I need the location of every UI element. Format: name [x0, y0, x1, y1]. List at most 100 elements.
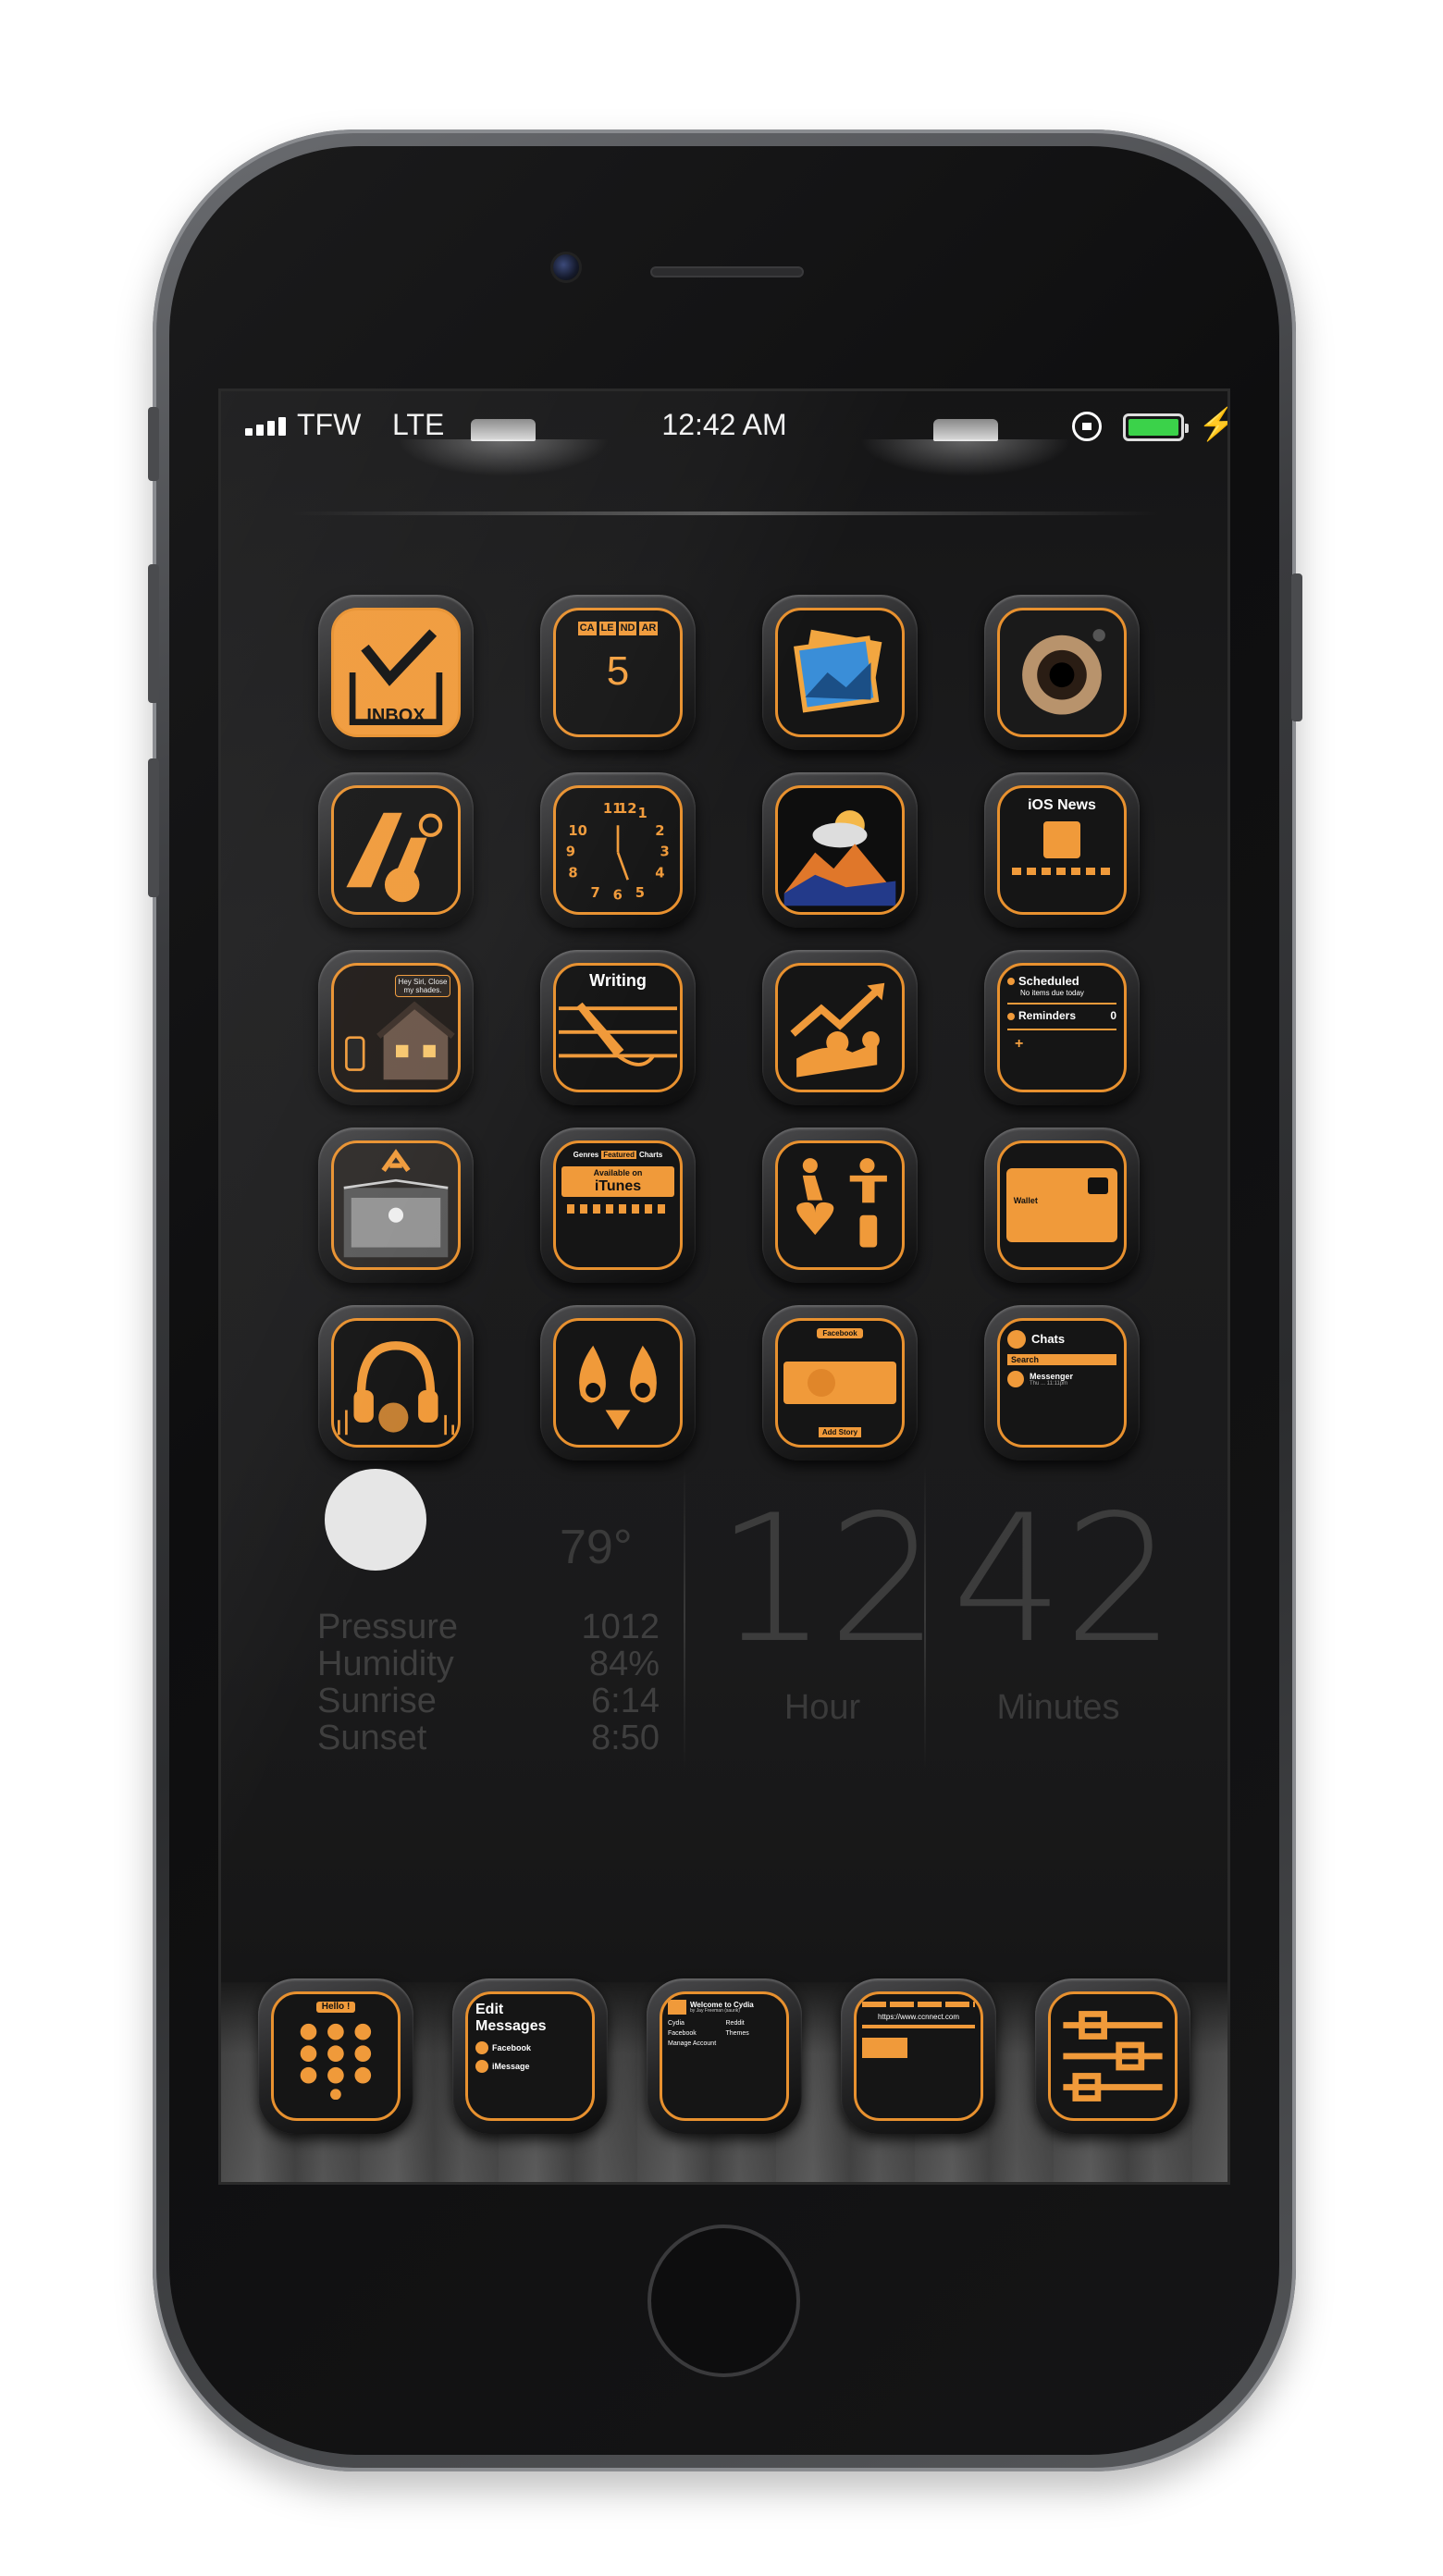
news-title: iOS News [1028, 797, 1096, 813]
messenger-search: Search [1007, 1354, 1116, 1366]
safari-app-icon[interactable]: https://www.ccnnect.com [841, 1978, 996, 2134]
home-button[interactable] [648, 2225, 800, 2377]
weather-row-value: 84% [588, 1645, 660, 1683]
messenger-sub: Thu ... 11:11pm [1030, 1381, 1068, 1387]
app-store-app-icon[interactable] [318, 1128, 474, 1283]
messages-item: Facebook [492, 2042, 532, 2052]
clock-number: 5 [635, 885, 645, 901]
apple-store-icon [343, 1149, 449, 1258]
safari-url: https://www.ccnnect.com [877, 2013, 960, 2021]
status-bar: TFW LTE 12:42 AM ⚡ [221, 391, 1227, 476]
cydia-item: Themes [725, 2030, 749, 2038]
mute-switch [148, 407, 159, 481]
news-app-icon[interactable]: iOS News [984, 772, 1140, 928]
messenger-bubble-icon [1007, 1330, 1026, 1349]
tinder-app-icon[interactable] [540, 1305, 696, 1461]
messages-avatar-icon [475, 2040, 488, 2054]
writing-app-icon[interactable]: Writing [540, 950, 696, 1105]
reminders-label: Reminders [1018, 1009, 1077, 1023]
cydia-item: Facebook [668, 2030, 697, 2038]
facebook-header: Facebook [817, 1328, 863, 1339]
reminders-no-items: No items due today [1020, 988, 1084, 997]
clock-number: 6 [613, 888, 623, 904]
clock-hour-label: Hour [783, 1688, 861, 1727]
shelf-divider [290, 512, 1160, 515]
weather-row: Sunrise 6:14 [317, 1682, 660, 1721]
home-app-icon[interactable]: Hey Siri, Close my shades. [318, 950, 474, 1105]
fitness-app-icon[interactable] [762, 1128, 918, 1283]
inbox-app-icon[interactable]: INBOX [318, 595, 474, 750]
clock-number: 1 [637, 806, 647, 821]
weather-row-label: Humidity [317, 1645, 454, 1683]
clock-number: 2 [655, 823, 664, 839]
reminders-add: + [1015, 1035, 1024, 1052]
news-document-icon [1043, 821, 1080, 859]
maps-icon [346, 812, 443, 903]
facebook-app-icon[interactable]: Facebook Add Story [762, 1305, 918, 1461]
news-toolbar-icon [1012, 868, 1112, 876]
messenger-app-icon[interactable]: Chats Search Messenger Thu ... 11:11pm [984, 1305, 1140, 1461]
clock-number: 4 [655, 865, 664, 881]
keypad-icon [300, 2023, 372, 2100]
minutes-widget: 42 Minutes [952, 1492, 1176, 1728]
widget-divider [684, 1464, 685, 1769]
clock-number: 3 [660, 844, 670, 860]
weather-row-label: Sunrise [317, 1682, 437, 1720]
wallet-card-icon: Wallet [1005, 1167, 1118, 1243]
volume-down-button [148, 758, 159, 897]
itunes-tab: Genres [573, 1151, 599, 1159]
itunes-tab: Charts [639, 1151, 663, 1159]
calendar-app-icon[interactable]: CA LE ND AR 5 [540, 595, 696, 750]
clock-hour: 12 [716, 1477, 940, 1682]
messages-title: Messages [475, 2018, 547, 2035]
growth-chart-icon [790, 982, 885, 1078]
calendar-date: 5 [606, 647, 630, 694]
rotation-lock-icon [1072, 412, 1102, 441]
weather-temperature: 79° [560, 1521, 633, 1574]
safari-content-icon [862, 2038, 907, 2059]
maps-app-icon[interactable] [318, 772, 474, 928]
reminders-app-icon[interactable]: Scheduled No items due today Reminders 0 … [984, 950, 1140, 1105]
clock-number: 10 [568, 823, 587, 839]
flame-face-icon [579, 1345, 657, 1430]
weather-row-value: 8:50 [591, 1719, 660, 1757]
clock-number: 8 [568, 865, 577, 881]
weather-row: Sunset 8:50 [317, 1719, 660, 1758]
stocks-app-icon[interactable] [762, 950, 918, 1105]
messenger-avatar-icon [1007, 1371, 1024, 1388]
app-grid: INBOX CA LE ND AR 5 11 12 1 2 10 3 9 4 8… [318, 595, 1140, 1461]
itunes-brand: iTunes [594, 1177, 642, 1194]
messages-item: iMessage [492, 2061, 530, 2071]
clock-face-icon: 11 12 1 2 10 3 9 4 8 7 6 5 [566, 801, 670, 904]
calendar-days: CA LE ND AR [577, 622, 659, 635]
power-button [1291, 573, 1302, 721]
wallet-app-icon[interactable]: Wallet [984, 1128, 1140, 1283]
weather-widget: 79° Pressure 1012 Humidity 84% Sunrise 6:14… [317, 1469, 669, 1774]
camera-app-icon[interactable] [984, 595, 1140, 750]
camera-lens-icon [1022, 629, 1105, 715]
weather-row-label: Sunset [317, 1719, 427, 1757]
settings-app-icon[interactable] [1035, 1978, 1190, 2134]
clock-app-icon[interactable]: 11 12 1 2 10 3 9 4 8 7 6 5 [540, 772, 696, 928]
itunes-tab: Featured [601, 1151, 637, 1160]
clock-number: 12 [618, 801, 637, 817]
cydia-item: Reddit [725, 2020, 745, 2027]
cydia-app-icon[interactable]: Welcome to Cydia by Jay Freeman (saurik) … [647, 1978, 802, 2134]
messages-edit: Edit [475, 2002, 504, 2017]
safari-tabs-icon [862, 2002, 975, 2007]
messages-app-icon[interactable]: Edit Messages Facebook iMessage [452, 1978, 608, 2134]
photos-app-icon[interactable] [762, 595, 918, 750]
inbox-label: INBOX [366, 706, 426, 726]
clock-minutes-label: Minutes [996, 1688, 1120, 1727]
phone-app-icon[interactable]: Hello ! [258, 1978, 413, 2134]
reminders-scheduled: Scheduled [1018, 974, 1079, 988]
reminders-count: 0 [1110, 1009, 1116, 1023]
itunes-app-icon[interactable]: Genres Featured Charts Available on iTun… [540, 1128, 696, 1283]
fitness-icon [796, 1158, 887, 1248]
messenger-title: Messenger [1030, 1371, 1074, 1381]
weather-mountain-icon [783, 810, 896, 906]
weather-app-icon[interactable] [762, 772, 918, 928]
pen-icon [559, 1002, 677, 1066]
wallet-label: Wallet [1013, 1195, 1038, 1205]
music-app-icon[interactable] [318, 1305, 474, 1461]
